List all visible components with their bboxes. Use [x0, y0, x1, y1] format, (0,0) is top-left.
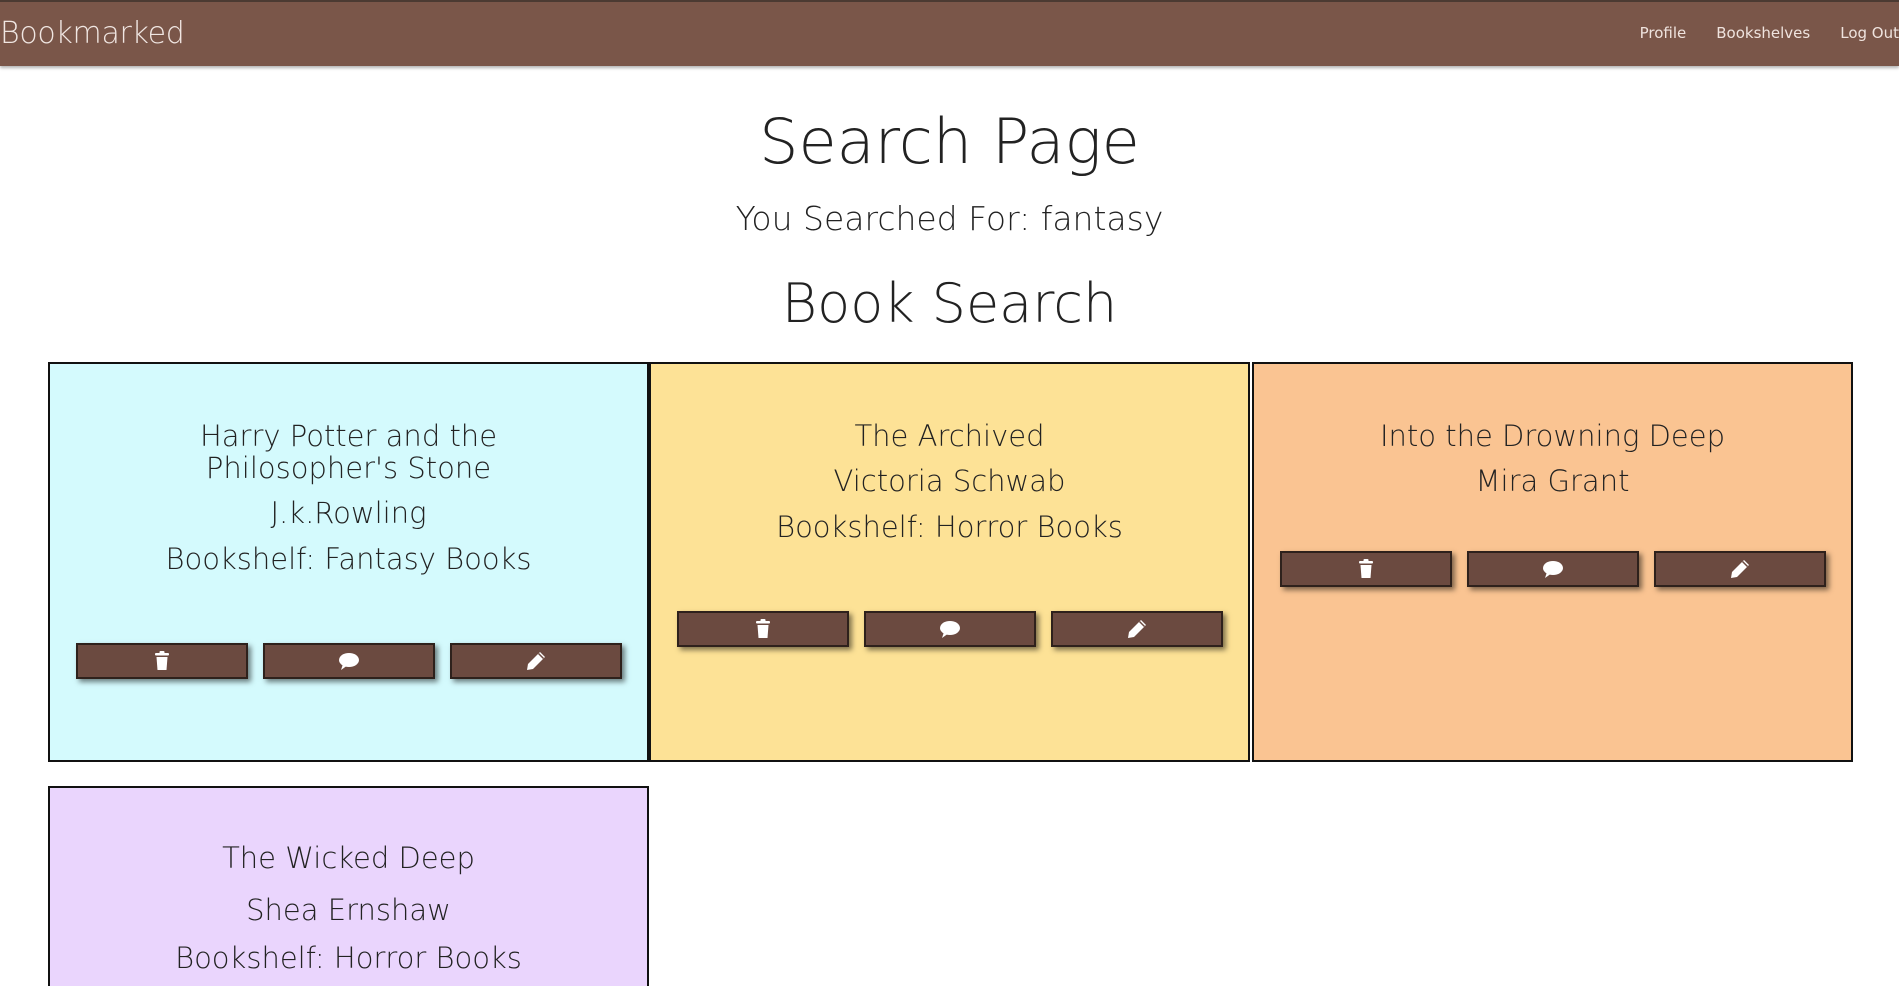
trash-icon	[154, 651, 169, 670]
nav-link-bookshelves[interactable]: Bookshelves	[1716, 24, 1810, 42]
book-title: The Wicked Deep	[222, 841, 475, 875]
book-card: The Archived Victoria Schwab Bookshelf: …	[649, 362, 1250, 762]
comment-icon	[939, 621, 960, 638]
page-title: Search Page	[759, 105, 1140, 178]
delete-button[interactable]	[75, 643, 248, 679]
pencil-icon	[1730, 560, 1749, 578]
book-author: Shea Ernshaw	[246, 893, 451, 927]
nav-link-logout[interactable]: Log Out	[1840, 24, 1899, 42]
brand-logo[interactable]: Bookmarked	[0, 16, 185, 51]
card-actions	[50, 643, 647, 679]
comment-button[interactable]	[262, 643, 435, 679]
comment-button[interactable]	[1466, 551, 1639, 587]
trash-icon	[755, 619, 770, 638]
delete-button[interactable]	[676, 611, 849, 647]
book-author: Mira Grant	[1475, 464, 1630, 498]
comment-icon	[338, 653, 359, 670]
book-author: J.k.Rowling	[270, 496, 427, 530]
delete-button[interactable]	[1279, 551, 1452, 587]
card-actions	[651, 611, 1248, 647]
search-query-text: You Searched For: fantasy	[735, 199, 1164, 238]
comment-icon	[1542, 561, 1563, 578]
book-title: The Archived	[854, 419, 1045, 453]
book-shelf: Bookshelf: Horror Books	[175, 941, 522, 975]
navbar: Bookmarked Profile Bookshelves Log Out	[0, 0, 1899, 66]
section-title: Book Search	[781, 272, 1118, 335]
book-author: Victoria Schwab	[833, 464, 1066, 498]
edit-button[interactable]	[1653, 551, 1826, 587]
book-shelf: Bookshelf: Horror Books	[776, 510, 1123, 544]
trash-icon	[1358, 559, 1373, 578]
card-actions	[1254, 551, 1851, 587]
pencil-icon	[1127, 620, 1146, 638]
book-title: Into the Drowning Deep	[1379, 419, 1725, 453]
pencil-icon	[526, 652, 545, 670]
book-title: Harry Potter and the Philosopher's Stone	[199, 419, 498, 485]
book-card: Into the Drowning Deep Mira Grant	[1252, 362, 1853, 762]
book-card: Harry Potter and the Philosopher's Stone…	[48, 362, 649, 762]
book-card: The Wicked Deep Shea Ernshaw Bookshelf: …	[48, 786, 649, 986]
nav-link-profile[interactable]: Profile	[1640, 24, 1687, 42]
edit-button[interactable]	[449, 643, 622, 679]
book-shelf: Bookshelf: Fantasy Books	[165, 542, 532, 576]
nav-links: Profile Bookshelves Log Out	[1610, 24, 1899, 42]
edit-button[interactable]	[1050, 611, 1223, 647]
comment-button[interactable]	[863, 611, 1036, 647]
